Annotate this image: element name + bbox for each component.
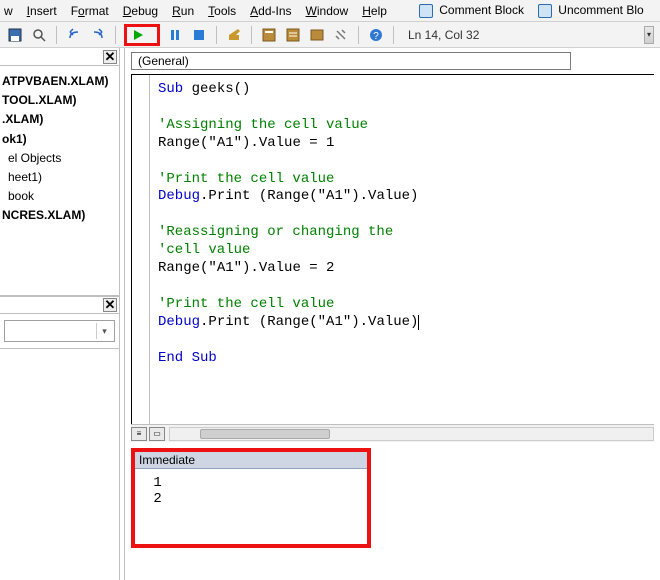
immediate-window: Immediate 1 2 [131, 448, 371, 548]
object-combo-value: (General) [138, 54, 189, 68]
project-explorer-button[interactable] [260, 26, 278, 44]
properties-close-button[interactable]: ✕ [103, 298, 117, 312]
tree-item[interactable]: ATPVBAEN.XLAM) [2, 72, 117, 91]
properties-object-combo[interactable]: ▾ [4, 320, 115, 342]
properties-body [0, 348, 119, 580]
project-close-button[interactable]: ✕ [103, 50, 117, 64]
menu-comment-block[interactable]: Comment Block [419, 3, 524, 18]
run-button-highlight [124, 24, 160, 46]
menu-bar: w Insert Format Debug Run Tools Add-Ins … [0, 0, 660, 22]
toolbar: ? Ln 14, Col 32 ▾ [0, 22, 660, 48]
immediate-output[interactable]: 1 2 [135, 469, 367, 544]
code-bottom-bar: ≡ ▭ [131, 424, 654, 442]
menu-uncomment-label: Uncomment Blo [558, 3, 643, 17]
pause-button[interactable] [166, 26, 184, 44]
horizontal-scrollbar[interactable] [169, 427, 654, 441]
tree-item[interactable]: NCRES.XLAM) [2, 206, 117, 225]
menu-comment-label: Comment Block [439, 3, 524, 17]
properties-button[interactable] [284, 26, 302, 44]
menu-debug[interactable]: Debug [123, 4, 158, 18]
project-panel: ✕ ATPVBAEN.XLAM) TOOL.XLAM) .XLAM) ok1) … [0, 48, 120, 580]
menu-uncomment-block[interactable]: Uncomment Blo [538, 3, 644, 18]
menu-window[interactable]: Window [306, 4, 349, 18]
redo-button[interactable] [89, 26, 107, 44]
tree-item[interactable]: .XLAM) [2, 110, 117, 129]
toolbox-button[interactable] [332, 26, 350, 44]
tree-item[interactable]: heet1) [2, 168, 117, 187]
scroll-thumb[interactable] [200, 429, 330, 439]
find-button[interactable] [30, 26, 48, 44]
code-editor[interactable]: Sub geeks() 'Assigning the cell value Ra… [131, 74, 654, 424]
object-combo[interactable]: (General) [131, 52, 571, 70]
immediate-title: Immediate [135, 452, 367, 469]
comment-block-icon [419, 4, 433, 18]
menu-view[interactable]: w [4, 4, 13, 18]
undo-button[interactable] [65, 26, 83, 44]
menu-help[interactable]: Help [362, 4, 387, 18]
code-margin [132, 75, 150, 424]
chevron-down-icon: ▾ [96, 323, 112, 339]
save-button[interactable] [6, 26, 24, 44]
menu-insert[interactable]: Insert [27, 4, 57, 18]
view-procedure-button[interactable]: ≡ [131, 427, 147, 441]
tree-item[interactable]: TOOL.XLAM) [2, 91, 117, 110]
toolbar-overflow-button[interactable]: ▾ [644, 26, 654, 44]
cursor-position: Ln 14, Col 32 [408, 28, 479, 42]
project-tree[interactable]: ATPVBAEN.XLAM) TOOL.XLAM) .XLAM) ok1) el… [0, 66, 119, 296]
tree-item[interactable]: book [2, 187, 117, 206]
object-browser-button[interactable] [308, 26, 326, 44]
menu-format[interactable]: Format [71, 4, 109, 18]
tree-item[interactable]: ok1) [2, 130, 117, 149]
menu-run[interactable]: Run [172, 4, 194, 18]
uncomment-block-icon [538, 4, 552, 18]
text-caret [418, 315, 419, 330]
help-button[interactable]: ? [367, 26, 385, 44]
view-full-module-button[interactable]: ▭ [149, 427, 165, 441]
menu-tools[interactable]: Tools [208, 4, 236, 18]
stop-button[interactable] [190, 26, 208, 44]
svg-text:?: ? [373, 31, 379, 42]
design-mode-button[interactable] [225, 26, 243, 44]
code-text[interactable]: Sub geeks() 'Assigning the cell value Ra… [150, 75, 654, 424]
menu-addins[interactable]: Add-Ins [250, 4, 291, 18]
run-button[interactable] [129, 26, 147, 44]
tree-item[interactable]: el Objects [2, 149, 117, 168]
